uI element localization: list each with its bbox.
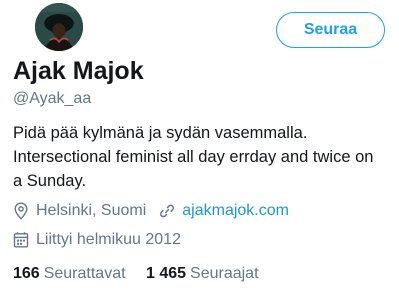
followers-stat[interactable]: 1 465 Seuraajat (146, 264, 259, 284)
avatar-image (35, 3, 83, 51)
username-handle: @Ayak_aa (13, 90, 92, 107)
joined-row: Liittyi helmikuu 2012 (13, 230, 181, 250)
following-stat[interactable]: 166 Seurattavat (13, 264, 126, 284)
profile-header: Seuraa Ajak Majok @Ayak_aa Pidä pää kylm… (0, 0, 399, 291)
followers-label: Seuraajat (190, 265, 259, 282)
bio-line: Intersectional feminist all day errday a… (13, 148, 374, 166)
followers-count: 1 465 (145, 265, 187, 282)
calendar-icon (13, 231, 29, 249)
bio-line: Pidä pää kylmänä ja sydän vasemmalla. (13, 124, 308, 142)
joined-date: Liittyi helmikuu 2012 (36, 231, 181, 248)
website-link[interactable]: ajakmajok.com (182, 201, 289, 221)
location-website-row: Helsinki, Suomi ajakmajok.com (13, 201, 289, 221)
following-count: 166 (13, 265, 40, 282)
avatar[interactable] (33, 1, 85, 53)
follow-stats: 166 Seurattavat 1 465 Seuraajat (13, 264, 259, 284)
bio-line: a Sunday. (13, 172, 87, 190)
following-label: Seurattavat (43, 265, 126, 282)
follow-button[interactable]: Seuraa (276, 12, 385, 48)
bio: Pidä pää kylmänä ja sydän vasemmalla. In… (13, 121, 393, 193)
location-pin-icon (13, 202, 29, 220)
display-name: Ajak Majok (13, 57, 144, 85)
location-text: Helsinki, Suomi (36, 202, 147, 219)
link-icon (159, 202, 175, 220)
